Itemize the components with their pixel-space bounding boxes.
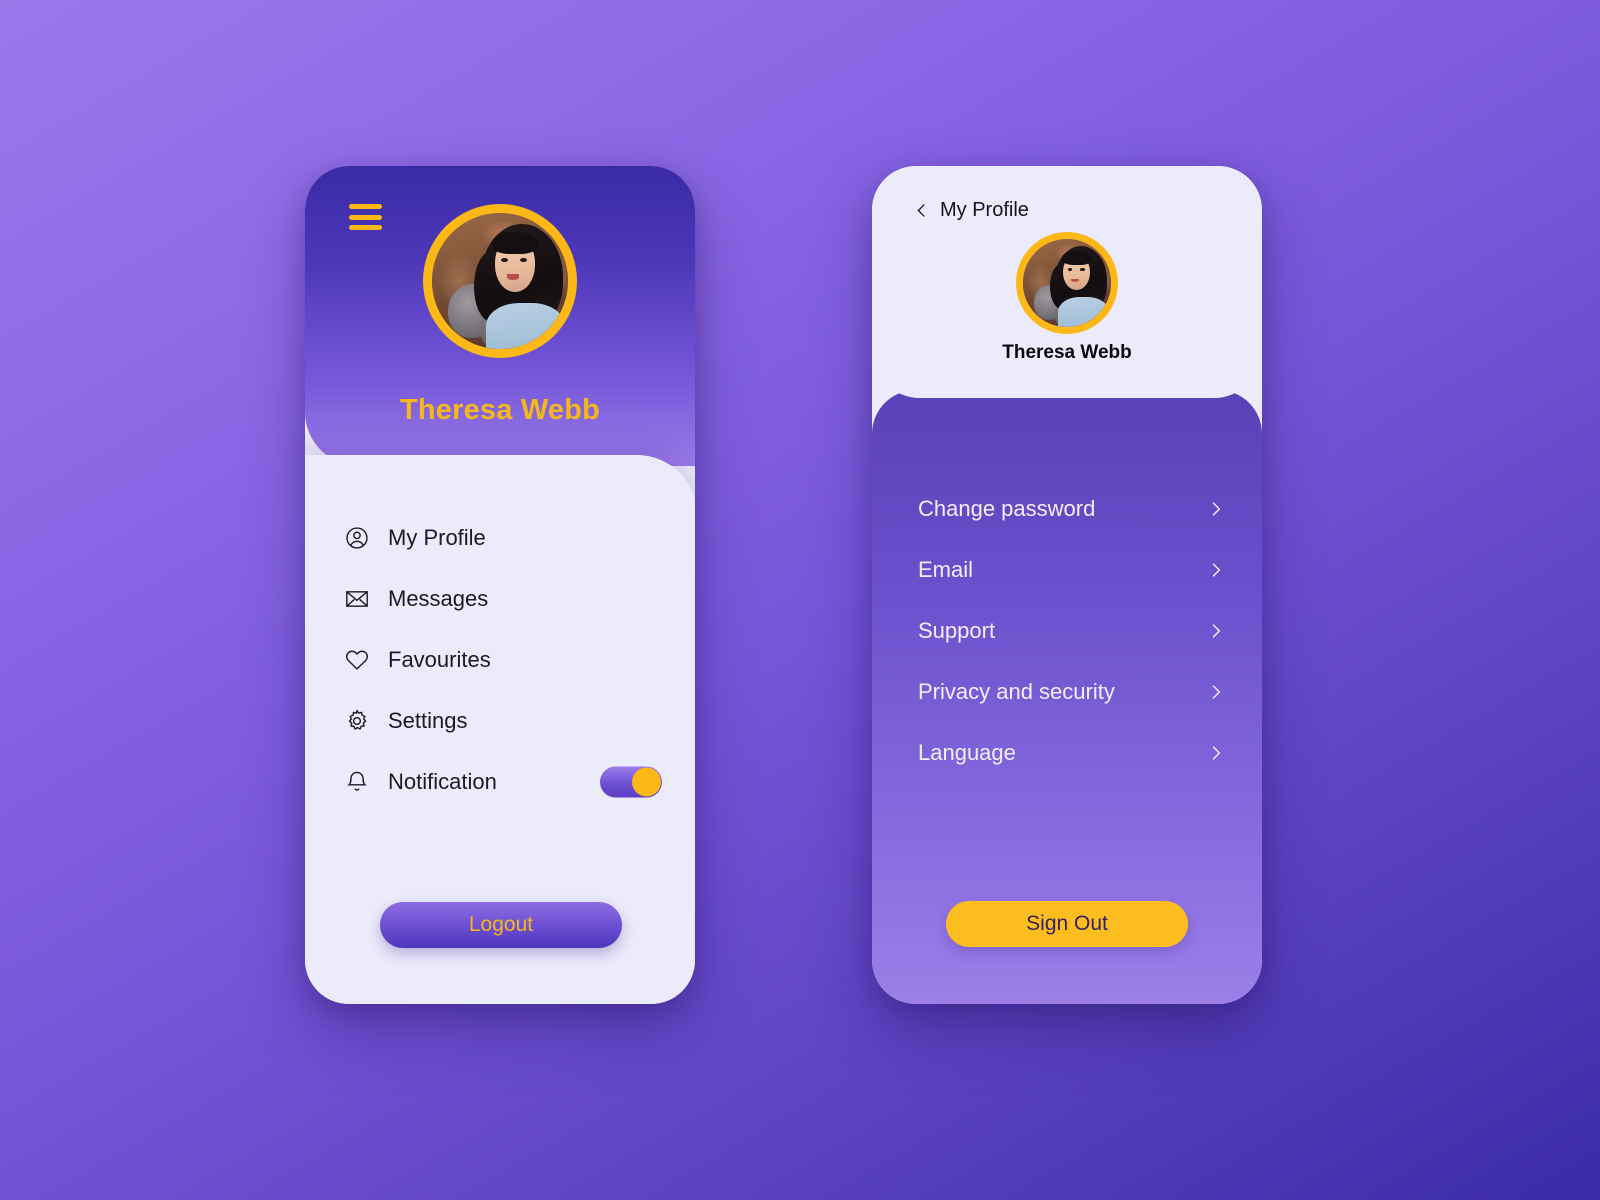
user-circle-icon <box>341 525 373 551</box>
envelope-icon <box>341 586 373 612</box>
settings-item-change-password[interactable]: Change password <box>872 478 1262 539</box>
bell-icon <box>341 769 373 795</box>
chevron-left-icon <box>912 201 931 220</box>
menu-item-label: Notification <box>388 768 497 794</box>
chevron-right-icon <box>1206 499 1226 519</box>
gear-icon <box>341 708 373 734</box>
menu-item-label: Favourites <box>388 646 491 672</box>
settings-list: Change password Email Support Privacy an… <box>872 478 1262 783</box>
settings-item-label: Privacy and security <box>918 678 1115 704</box>
settings-item-privacy-and-security[interactable]: Privacy and security <box>872 661 1262 722</box>
settings-item-label: Language <box>918 739 1016 765</box>
menu-item-label: Settings <box>388 707 468 733</box>
hamburger-bar <box>349 225 382 230</box>
hamburger-bar <box>349 214 382 220</box>
main-menu-list: My Profile Messages Favourites Settings … <box>305 507 695 812</box>
settings-item-label: Support <box>918 617 996 643</box>
back-link-label: My Profile <box>940 199 1029 221</box>
phone-right-settings: Change password Email Support Privacy an… <box>872 166 1262 1004</box>
settings-item-language[interactable]: Language <box>872 722 1262 783</box>
left-menu-card: My Profile Messages Favourites Settings … <box>305 455 695 1004</box>
page-title-user-name: Theresa Webb <box>399 394 601 426</box>
settings-item-label: Email <box>918 556 974 582</box>
notification-toggle[interactable] <box>600 766 662 797</box>
menu-item-label: My Profile <box>388 524 486 550</box>
settings-item-label: Change password <box>918 495 1096 521</box>
settings-item-email[interactable]: Email <box>872 539 1262 600</box>
toggle-knob <box>632 767 661 796</box>
menu-item-messages[interactable]: Messages <box>305 568 695 629</box>
menu-item-label: Messages <box>388 585 489 611</box>
settings-item-support[interactable]: Support <box>872 600 1262 661</box>
back-to-my-profile-link[interactable]: My Profile <box>912 199 1029 222</box>
profile-photo <box>1023 239 1111 327</box>
hamburger-bar <box>349 204 382 209</box>
user-name: Theresa Webb <box>1002 342 1132 363</box>
left-header-banner: Theresa Webb <box>305 166 695 466</box>
avatar[interactable] <box>1016 232 1118 334</box>
logout-button[interactable]: Logout <box>380 902 622 948</box>
sign-out-button[interactable]: Sign Out <box>946 901 1188 947</box>
chevron-right-icon <box>1206 682 1226 702</box>
heart-icon <box>341 647 373 673</box>
menu-item-favourites[interactable]: Favourites <box>305 629 695 690</box>
avatar[interactable] <box>423 204 577 358</box>
profile-photo <box>432 213 568 349</box>
chevron-right-icon <box>1206 560 1226 580</box>
menu-item-settings[interactable]: Settings <box>305 690 695 751</box>
right-header-card: My Profile Theresa Webb <box>872 166 1262 398</box>
hamburger-icon[interactable] <box>349 204 382 230</box>
menu-item-my-profile[interactable]: My Profile <box>305 507 695 568</box>
phone-left-profile-menu: Theresa Webb My Profile Messages Favouri… <box>305 166 695 1004</box>
chevron-right-icon <box>1206 743 1226 763</box>
menu-item-notification[interactable]: Notification <box>305 751 695 812</box>
right-settings-panel: Change password Email Support Privacy an… <box>872 390 1262 1004</box>
chevron-right-icon <box>1206 621 1226 641</box>
